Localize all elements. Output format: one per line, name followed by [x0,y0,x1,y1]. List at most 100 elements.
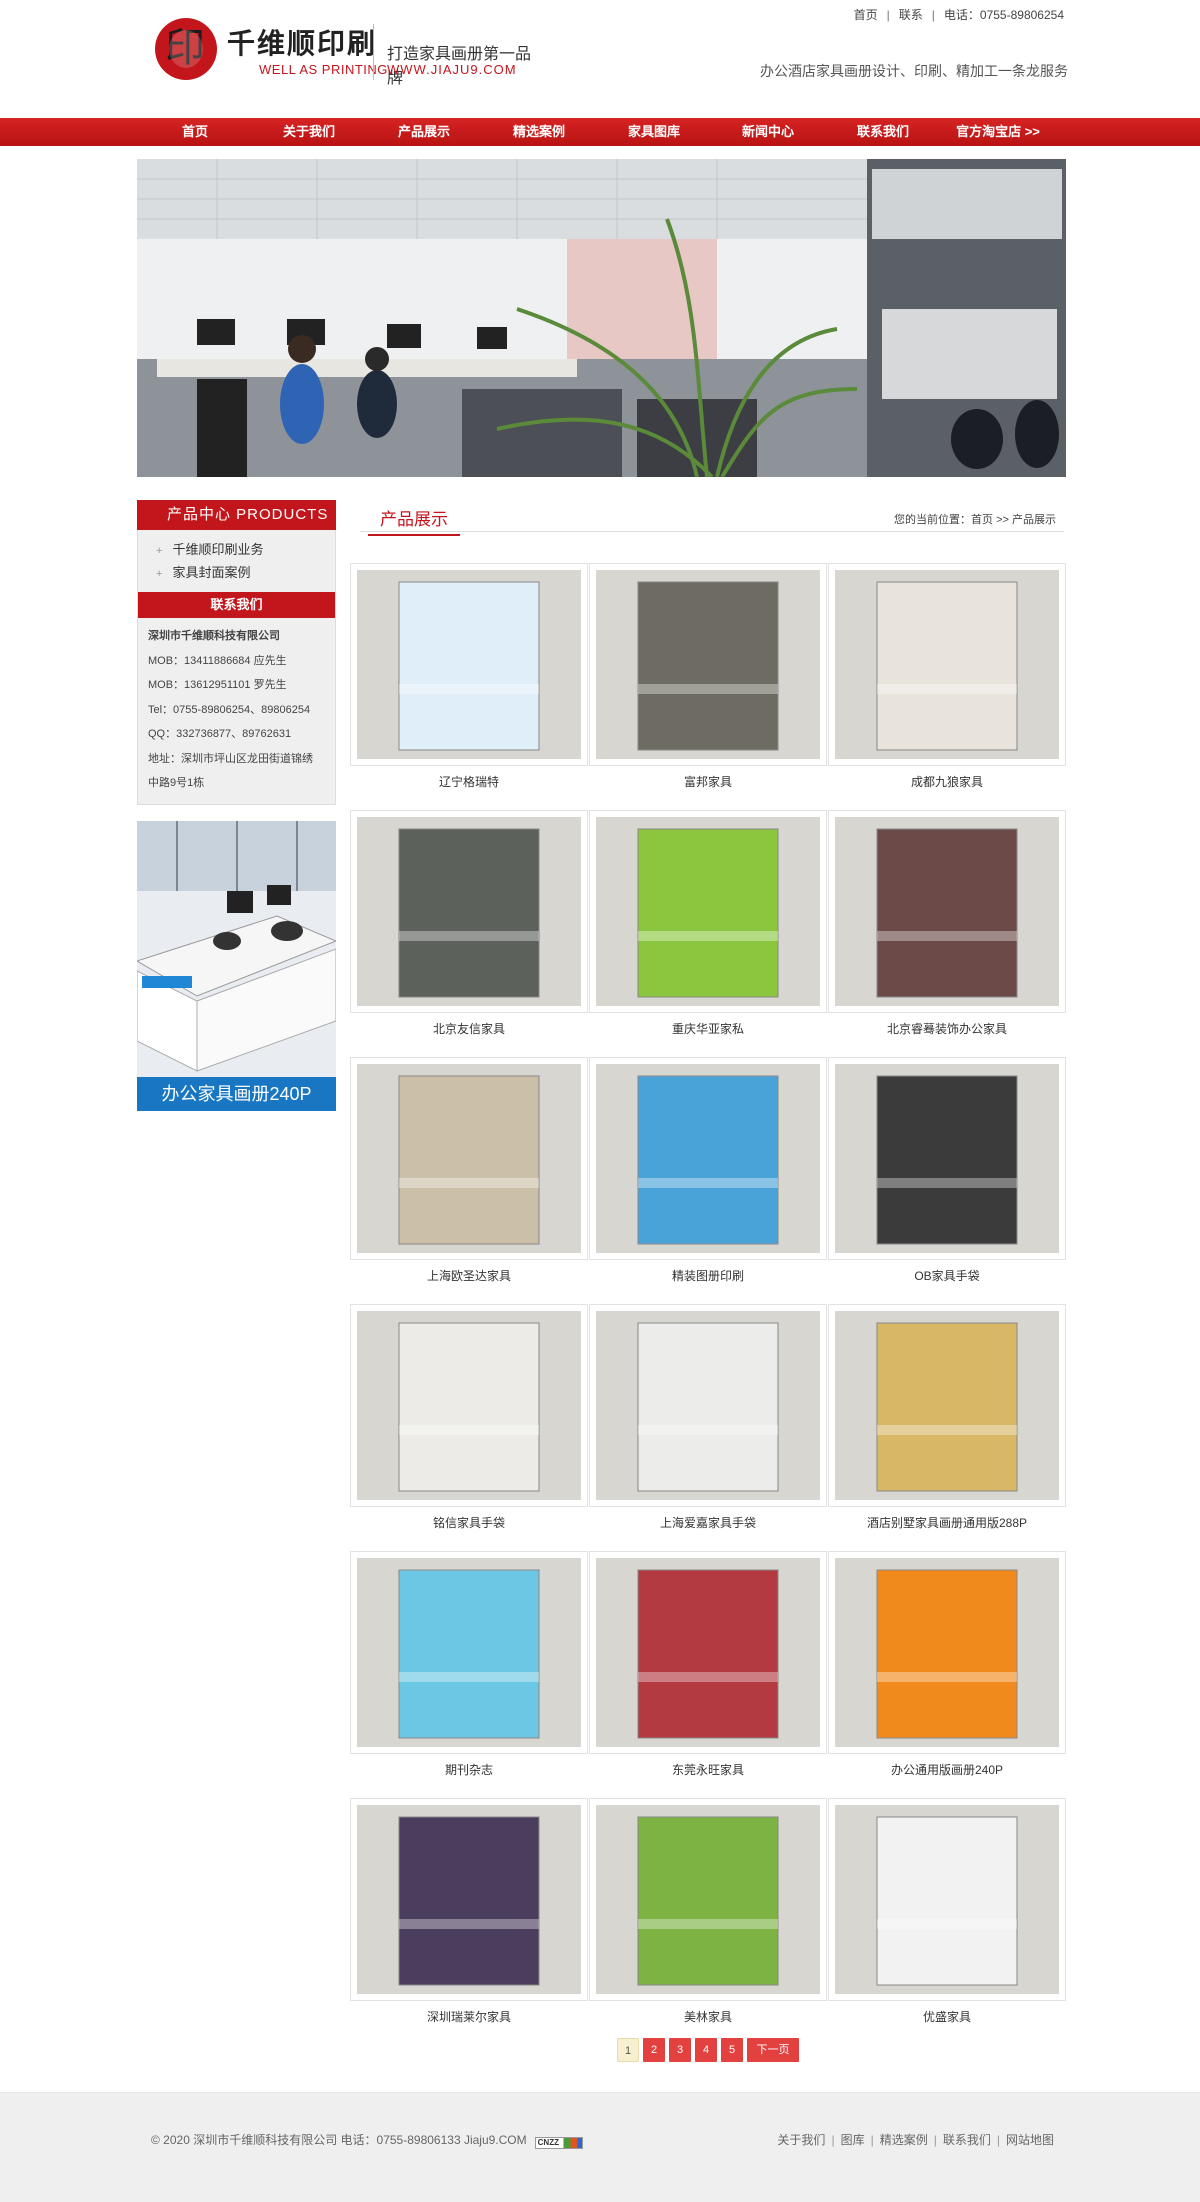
product-thumbnail[interactable] [828,1057,1066,1260]
nav-item-gallery[interactable]: 家具图库 [597,118,711,146]
cnzz-badge-icon[interactable]: CNZZ [534,2137,583,2149]
product-thumbnail[interactable] [589,1551,827,1754]
nav-item-contact[interactable]: 联系我们 [826,118,940,146]
product-card[interactable]: 辽宁格瑞特 [350,563,588,810]
product-thumbnail[interactable] [589,1798,827,2001]
product-name[interactable]: 美林家具 [589,2008,827,2025]
product-name[interactable]: 酒店别墅家具画册通用版288P [828,1514,1066,1531]
product-thumbnail[interactable] [828,1304,1066,1507]
product-card[interactable]: 东莞永旺家具 [589,1551,827,1798]
product-thumbnail[interactable] [589,563,827,766]
product-image [357,570,581,759]
product-thumbnail[interactable] [589,1057,827,1260]
contact-address: 地址：深圳市坪山区龙田街道锦绣 [148,752,313,765]
footer-link-about[interactable]: 关于我们 [777,2133,825,2147]
product-thumbnail[interactable] [350,1304,588,1507]
product-name[interactable]: 上海爱嘉家具手袋 [589,1514,827,1531]
nav-item-products[interactable]: 产品展示 [367,118,481,146]
top-link-contact[interactable]: 联系 [899,6,923,23]
product-name[interactable]: 精装图册印刷 [589,1267,827,1284]
product-thumbnail[interactable] [350,810,588,1013]
sidebar-box: + 千维顺印刷业务 + 家具封面案例 联系我们 深圳市千维顺科技有限公司 MOB：1… [137,530,336,805]
footer-link-separator: | [870,2133,874,2147]
top-link-home[interactable]: 首页 [854,6,878,23]
product-card[interactable]: 优盛家具 [828,1798,1066,2045]
nav-item-about[interactable]: 关于我们 [252,118,366,146]
product-image [357,817,581,1006]
product-thumbnail[interactable] [828,1551,1066,1754]
nav-item-news[interactable]: 新闻中心 [711,118,825,146]
product-card[interactable]: OB家具手袋 [828,1057,1066,1304]
product-card[interactable]: 铭信家具手袋 [350,1304,588,1551]
product-image [835,1558,1059,1747]
footer-link-separator: | [831,2133,835,2147]
contact-info: 深圳市千维顺科技有限公司 MOB：13411886684 应先生 MOB：136… [138,618,335,804]
product-name[interactable]: 成都九狼家具 [828,773,1066,790]
product-name[interactable]: 重庆华亚家私 [589,1020,827,1037]
nav-item-home[interactable]: 首页 [138,118,252,146]
sidebar-ad[interactable]: 办公家具画册240P [137,820,336,1111]
office-furniture-photo [137,820,336,1077]
product-name[interactable]: 北京友信家具 [350,1020,588,1037]
product-name[interactable]: 铭信家具手袋 [350,1514,588,1531]
product-name[interactable]: 辽宁格瑞特 [350,773,588,790]
product-card[interactable]: 精装图册印刷 [589,1057,827,1304]
product-card[interactable]: 美林家具 [589,1798,827,2045]
product-thumbnail[interactable] [350,563,588,766]
product-thumbnail[interactable] [350,1551,588,1754]
nav-item-taobao[interactable]: 官方淘宝店 >> [941,118,1055,146]
product-name[interactable]: 优盛家具 [828,2008,1066,2025]
product-card[interactable]: 北京睿蓦装饰办公家具 [828,810,1066,1057]
page-4-button[interactable]: 4 [695,2038,717,2062]
product-card[interactable]: 办公通用版画册240P [828,1551,1066,1798]
product-thumbnail[interactable] [828,563,1066,766]
product-thumbnail[interactable] [350,1057,588,1260]
next-page-button[interactable]: 下一页 [747,2038,799,2062]
footer-link-cases[interactable]: 精选案例 [880,2133,928,2147]
product-name[interactable]: OB家具手袋 [828,1267,1066,1284]
contact-mobile-2: MOB：13612951101 罗先生 [148,679,287,691]
product-card[interactable]: 重庆华亚家私 [589,810,827,1057]
product-card[interactable]: 成都九狼家具 [828,563,1066,810]
product-name[interactable]: 东莞永旺家具 [589,1761,827,1778]
product-card[interactable]: 上海爱嘉家具手袋 [589,1304,827,1551]
product-card[interactable]: 酒店别墅家具画册通用版288P [828,1304,1066,1551]
product-thumbnail[interactable] [828,1798,1066,2001]
category-item[interactable]: + 家具封面案例 [156,561,335,584]
top-link-separator: | [886,8,890,22]
plus-icon: + [156,568,163,580]
footer-link-sitemap[interactable]: 网站地图 [1006,2133,1054,2147]
product-name[interactable]: 深圳瑞莱尔家具 [350,2008,588,2025]
category-item[interactable]: + 千维顺印刷业务 [156,538,335,561]
product-name[interactable]: 上海欧圣达家具 [350,1267,588,1284]
product-image [596,1805,820,1994]
footer-link-contact[interactable]: 联系我们 [943,2133,991,2147]
product-name[interactable]: 北京睿蓦装饰办公家具 [828,1020,1066,1037]
footer-link-gallery[interactable]: 图库 [841,2133,865,2147]
product-name[interactable]: 办公通用版画册240P [828,1761,1066,1778]
product-card[interactable]: 北京友信家具 [350,810,588,1057]
product-thumbnail[interactable] [589,1304,827,1507]
header: 印 千维顺印刷 WELL AS PRINTING 打造家具画册第一品牌 WWW.… [0,0,1200,118]
page-2-button[interactable]: 2 [643,2038,665,2062]
nav-item-cases[interactable]: 精选案例 [482,118,596,146]
banner-image [137,159,1066,477]
sidebar-ad-label: 办公家具画册240P [137,1076,336,1111]
logo[interactable]: 印 千维顺印刷 WELL AS PRINTING 打造家具画册第一品牌 WWW.… [155,18,535,87]
product-image [357,1558,581,1747]
product-card[interactable]: 期刊杂志 [350,1551,588,1798]
contact-title: 联系我们 [138,592,335,618]
product-thumbnail[interactable] [350,1798,588,2001]
page-1-button[interactable]: 1 [617,2038,639,2062]
product-card[interactable]: 深圳瑞莱尔家具 [350,1798,588,2045]
product-card[interactable]: 上海欧圣达家具 [350,1057,588,1304]
product-thumbnail[interactable] [828,810,1066,1013]
product-name[interactable]: 期刊杂志 [350,1761,588,1778]
page-3-button[interactable]: 3 [669,2038,691,2062]
product-thumbnail[interactable] [589,810,827,1013]
service-tagline: 办公酒店家具画册设计、印刷、精加工一条龙服务 [760,63,1068,79]
page-5-button[interactable]: 5 [721,2038,743,2062]
product-card[interactable]: 富邦家具 [589,563,827,810]
product-name[interactable]: 富邦家具 [589,773,827,790]
contact-qq: QQ：332736877、89762631 [148,728,292,740]
